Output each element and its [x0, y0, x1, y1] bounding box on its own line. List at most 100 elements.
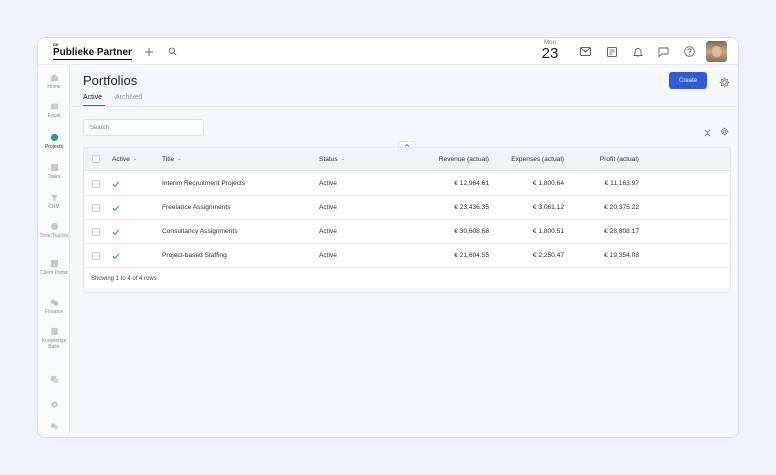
sidebar-item-client-portal[interactable]: Client Portal [38, 259, 70, 276]
sidebar-item-label: Client Portal [40, 270, 68, 276]
column-header-title[interactable]: Title ⌄ [162, 148, 181, 170]
chevron-down-icon: ⌄ [132, 156, 138, 162]
sidebar-item-label: Knowledge Base [41, 338, 67, 350]
sidebar-extra-3[interactable] [38, 422, 70, 433]
row-checkbox[interactable] [92, 228, 100, 236]
tab-archived[interactable]: Archived [115, 94, 142, 101]
row-status: Active [319, 204, 337, 211]
sidebar-item-label: CRM [48, 204, 60, 210]
sidebar-item-label: Finance [45, 309, 63, 315]
mail-icon[interactable] [580, 46, 591, 57]
active-check-icon [112, 220, 120, 243]
sidebar-item-tasks[interactable]: Tasks [38, 163, 70, 180]
row-profit: € 11,163.97 [604, 180, 639, 187]
sidebar-item-label: Time Tracker [39, 233, 69, 239]
row-profit: € 19,354.08 [604, 252, 639, 259]
integration-icon [50, 375, 58, 384]
row-revenue: € 12,964.61 [454, 180, 489, 187]
sidebar-extra-1[interactable] [38, 375, 70, 386]
search-input[interactable] [83, 119, 204, 136]
sidebar: Home Email Projects Tasks CRM Time Track… [38, 65, 70, 437]
tabs-divider [71, 106, 738, 107]
sidebar-item-label: Projects [44, 144, 64, 150]
chat-icon[interactable] [658, 46, 669, 57]
row-title[interactable]: Freelance Assignments [162, 196, 231, 219]
column-header-status[interactable]: Status ⌄ [319, 148, 345, 170]
column-header-revenue[interactable]: Revenue (actual) [404, 148, 489, 170]
row-expenses: € 1,800.51 [532, 228, 564, 235]
row-revenue: € 23,436.35 [454, 204, 489, 211]
table-settings-icon[interactable] [720, 123, 729, 136]
projects-icon [50, 133, 58, 142]
active-check-icon [112, 244, 120, 267]
gear-icon[interactable] [719, 75, 730, 88]
column-header-profit[interactable]: Profit (actual) [564, 148, 639, 170]
column-header-expenses[interactable]: Expenses (actual) [484, 148, 564, 170]
row-status: Active [319, 228, 337, 235]
app-window: DE Publieke Partner Mon 23 Home Email Pr… [37, 37, 739, 438]
sidebar-item-crm[interactable]: CRM [38, 193, 70, 210]
row-revenue: € 30,608.68 [454, 228, 489, 235]
plus-icon[interactable] [143, 46, 154, 57]
sidebar-item-knowledge-base[interactable]: Knowledge Base [38, 327, 70, 350]
sidebar-extra-2[interactable] [38, 400, 70, 411]
sidebar-item-label: Home [47, 84, 61, 90]
table-header: Active ⌄ Title ⌄ Status ⌄ Revenue (actual) … [84, 148, 730, 171]
email-icon [50, 103, 58, 110]
finance-icon [50, 299, 58, 306]
row-checkbox[interactable] [92, 252, 100, 260]
row-expenses: € 2,250.47 [532, 252, 564, 259]
brand-name: Publieke Partner [53, 47, 132, 60]
row-revenue: € 21,604.55 [454, 252, 489, 259]
chevron-down-icon: ⌄ [177, 156, 182, 162]
column-header-label: Status [319, 155, 338, 163]
sidebar-item-time-tracker[interactable]: Time Tracker [38, 222, 70, 239]
active-check-icon [112, 172, 120, 195]
sidebar-item-projects[interactable]: Projects [38, 133, 70, 150]
sidebar-item-label: Email [47, 113, 61, 119]
column-header-label: Title [162, 155, 175, 163]
row-profit: € 28,808.17 [604, 228, 639, 235]
table-row[interactable]: Interim Recruitment Projects Active € 12… [84, 172, 730, 196]
select-all-checkbox[interactable] [92, 155, 100, 163]
brand-logo[interactable]: DE Publieke Partner [53, 43, 132, 60]
date-day: 23 [541, 45, 559, 62]
main-content: Portfolios Create Active Archived Active… [71, 65, 738, 437]
row-title[interactable]: Project-based Staffing [162, 244, 227, 267]
collapse-rows-icon[interactable] [704, 124, 711, 137]
help-icon[interactable] [684, 46, 695, 57]
clock-icon [50, 222, 58, 231]
row-checkbox[interactable] [92, 180, 100, 188]
row-expenses: € 3,061.12 [532, 204, 564, 211]
table-row[interactable]: Consultancy Assignments Active € 30,608.… [84, 220, 730, 244]
column-header-active[interactable]: Active ⌄ [112, 148, 137, 170]
row-status: Active [319, 180, 337, 187]
row-expenses: € 1,800.64 [532, 180, 564, 187]
table-row[interactable]: Project-based Staffing Active € 21,604.5… [84, 244, 730, 268]
home-icon [50, 73, 58, 82]
sidebar-item-label: Tasks [47, 174, 61, 180]
sidebar-item-finance[interactable]: Finance [38, 298, 70, 315]
crm-icon [50, 194, 58, 202]
row-title[interactable]: Interim Recruitment Projects [162, 172, 245, 195]
tab-active[interactable]: Active [83, 94, 102, 101]
row-profit: € 20,375.22 [604, 204, 639, 211]
chat-bubbles-icon [50, 423, 58, 430]
create-button[interactable]: Create [669, 72, 707, 89]
date-display: Mon 23 [538, 40, 562, 62]
avatar[interactable] [706, 41, 727, 62]
table-row[interactable]: Freelance Assignments Active € 23,436.35… [84, 196, 730, 220]
search-icon[interactable] [167, 46, 178, 57]
chevron-down-icon: ⌄ [340, 156, 345, 162]
sidebar-item-home[interactable]: Home [38, 73, 70, 90]
row-checkbox[interactable] [92, 204, 100, 212]
bell-icon[interactable] [632, 46, 643, 57]
row-status: Active [319, 252, 337, 259]
sidebar-item-email[interactable]: Email [38, 102, 70, 119]
tasks-icon [50, 163, 58, 172]
notes-icon[interactable] [606, 46, 617, 57]
row-title[interactable]: Consultancy Assignments [162, 220, 238, 243]
active-check-icon [112, 196, 120, 219]
portfolios-table: Active ⌄ Title ⌄ Status ⌄ Revenue (actual) … [83, 147, 731, 293]
gear-icon [50, 401, 58, 408]
